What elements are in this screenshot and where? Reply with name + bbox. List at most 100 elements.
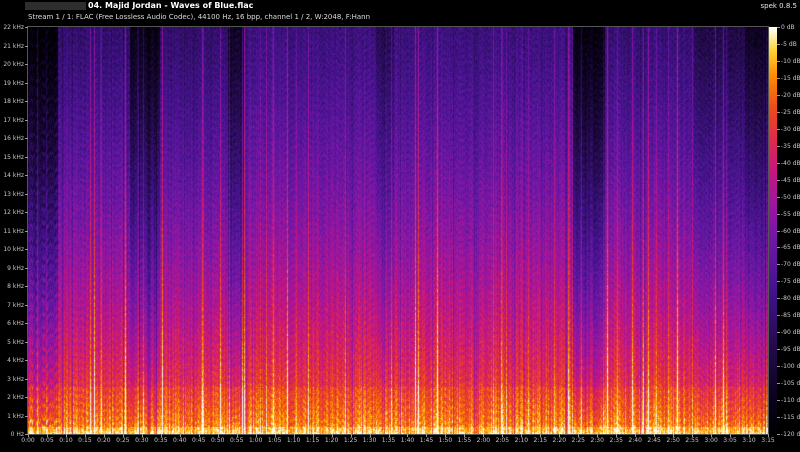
time-tick-mark — [237, 434, 238, 437]
time-tick-mark — [104, 434, 105, 437]
db-tick-label: -75 dB — [781, 278, 800, 285]
db-tick-label: -25 dB — [781, 109, 800, 116]
db-tick-mark — [777, 434, 780, 435]
time-tick-mark — [597, 434, 598, 437]
freq-tick-mark — [25, 46, 28, 47]
db-tick-mark — [777, 315, 780, 316]
freq-tick-label: 5 kHz — [0, 339, 24, 346]
time-tick-mark — [692, 434, 693, 437]
db-tick-mark — [777, 264, 780, 265]
db-tick-mark — [777, 78, 780, 79]
db-tick-mark — [777, 298, 780, 299]
time-tick-mark — [142, 434, 143, 437]
freq-tick-label: 2 kHz — [0, 394, 24, 401]
db-tick-mark — [777, 366, 780, 367]
db-tick-label: -85 dB — [781, 312, 800, 319]
db-tick-mark — [777, 197, 780, 198]
db-tick-mark — [777, 129, 780, 130]
time-tick-mark — [768, 434, 769, 437]
db-tick-mark — [777, 383, 780, 384]
freq-tick-mark — [25, 83, 28, 84]
freq-tick-label: 6 kHz — [0, 320, 24, 327]
time-tick-mark — [464, 434, 465, 437]
freq-tick-mark — [25, 175, 28, 176]
freq-tick-label: 12 kHz — [0, 209, 24, 216]
time-tick-mark — [578, 434, 579, 437]
freq-tick-mark — [25, 360, 28, 361]
db-tick-label: -40 dB — [781, 160, 800, 167]
spectrogram-plot — [28, 27, 768, 434]
time-tick-mark — [313, 434, 314, 437]
time-tick-mark — [445, 434, 446, 437]
freq-tick-mark — [25, 342, 28, 343]
freq-tick-label: 1 kHz — [0, 413, 24, 420]
db-tick-mark — [777, 44, 780, 45]
db-tick-mark — [777, 231, 780, 232]
db-tick-mark — [777, 417, 780, 418]
freq-tick-mark — [25, 397, 28, 398]
freq-tick-label: 22 kHz — [0, 24, 24, 31]
db-tick-label: -115 dB — [781, 414, 800, 421]
freq-tick-mark — [25, 231, 28, 232]
spectrogram-canvas — [28, 27, 768, 434]
db-legend-gradient — [769, 27, 777, 434]
db-tick-label: -95 dB — [781, 346, 800, 353]
time-tick-mark — [407, 434, 408, 437]
time-tick-mark — [426, 434, 427, 437]
freq-tick-mark — [25, 379, 28, 380]
freq-tick-mark — [25, 157, 28, 158]
freq-tick-mark — [25, 194, 28, 195]
db-tick-label: -120 dB — [781, 431, 800, 438]
db-tick-mark — [777, 180, 780, 181]
db-tick-label: -90 dB — [781, 329, 800, 336]
time-tick-mark — [730, 434, 731, 437]
time-tick-mark — [635, 434, 636, 437]
freq-tick-mark — [25, 305, 28, 306]
db-tick-mark — [777, 95, 780, 96]
freq-tick-mark — [25, 27, 28, 28]
freq-tick-label: 15 kHz — [0, 154, 24, 161]
freq-tick-mark — [25, 101, 28, 102]
db-tick-label: -105 dB — [781, 380, 800, 387]
db-tick-label: 0 dB — [781, 24, 795, 31]
freq-tick-label: 14 kHz — [0, 172, 24, 179]
freq-tick-label: 10 kHz — [0, 246, 24, 253]
db-tick-mark — [777, 214, 780, 215]
redacted-region — [25, 2, 86, 10]
time-tick-mark — [389, 434, 390, 437]
freq-tick-label: 17 kHz — [0, 117, 24, 124]
db-tick-label: -55 dB — [781, 211, 800, 218]
time-tick-mark — [616, 434, 617, 437]
time-tick-mark — [502, 434, 503, 437]
db-tick-mark — [777, 112, 780, 113]
time-tick-mark — [711, 434, 712, 437]
db-tick-label: -50 dB — [781, 194, 800, 201]
db-tick-mark — [777, 61, 780, 62]
freq-tick-label: 8 kHz — [0, 283, 24, 290]
db-tick-mark — [777, 400, 780, 401]
freq-tick-mark — [25, 286, 28, 287]
freq-tick-mark — [25, 416, 28, 417]
db-tick-mark — [777, 27, 780, 28]
db-tick-mark — [777, 163, 780, 164]
db-tick-label: -35 dB — [781, 143, 800, 150]
db-tick-label: -15 dB — [781, 75, 800, 82]
freq-tick-label: 13 kHz — [0, 191, 24, 198]
db-tick-label: -10 dB — [781, 58, 800, 65]
freq-tick-label: 18 kHz — [0, 98, 24, 105]
db-tick-label: -80 dB — [781, 295, 800, 302]
freq-tick-label: 9 kHz — [0, 265, 24, 272]
db-tick-label: -65 dB — [781, 244, 800, 251]
time-tick-mark — [673, 434, 674, 437]
time-tick-mark — [540, 434, 541, 437]
file-title: 04. Majid Jordan - Waves of Blue.flac — [88, 1, 253, 10]
db-tick-label: -30 dB — [781, 126, 800, 133]
db-tick-mark — [777, 281, 780, 282]
time-tick-mark — [749, 434, 750, 437]
time-tick-mark — [123, 434, 124, 437]
time-tick-mark — [85, 434, 86, 437]
freq-tick-label: 19 kHz — [0, 80, 24, 87]
freq-tick-mark — [25, 268, 28, 269]
db-tick-label: -20 dB — [781, 92, 800, 99]
db-tick-mark — [777, 247, 780, 248]
